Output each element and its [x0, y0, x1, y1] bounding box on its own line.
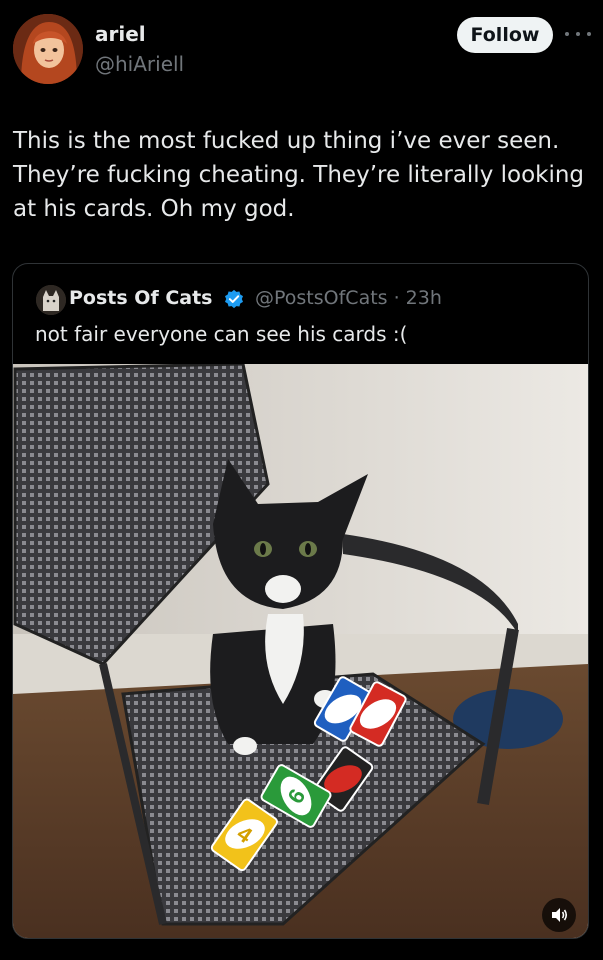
- more-icon-dot: [565, 32, 569, 36]
- quoted-post[interactable]: Posts Of Cats @PostsOfCats · 23h not fai…: [12, 263, 589, 939]
- quoted-media-video[interactable]: 6 4: [13, 364, 588, 938]
- volume-button[interactable]: [542, 898, 576, 932]
- verified-icon: [225, 289, 243, 309]
- quoted-avatar[interactable]: [36, 285, 66, 315]
- follow-button[interactable]: Follow: [457, 17, 553, 53]
- quoted-text: not fair everyone can see his cards :(: [35, 322, 408, 346]
- tweet-text: This is the most fucked up thing i’ve ev…: [13, 128, 585, 222]
- cat-on-chair-photo: 6 4: [13, 364, 588, 938]
- author-handle[interactable]: @hiAriell: [95, 52, 184, 76]
- author-avatar[interactable]: [13, 14, 83, 84]
- quoted-author-name[interactable]: Posts Of Cats: [69, 287, 212, 309]
- more-icon-dot: [587, 32, 591, 36]
- more-icon-dot: [576, 32, 580, 36]
- author-name[interactable]: ariel: [95, 22, 146, 46]
- more-icon[interactable]: [565, 24, 591, 44]
- quoted-author-handle[interactable]: @PostsOfCats · 23h: [255, 287, 442, 309]
- volume-icon: [552, 908, 568, 922]
